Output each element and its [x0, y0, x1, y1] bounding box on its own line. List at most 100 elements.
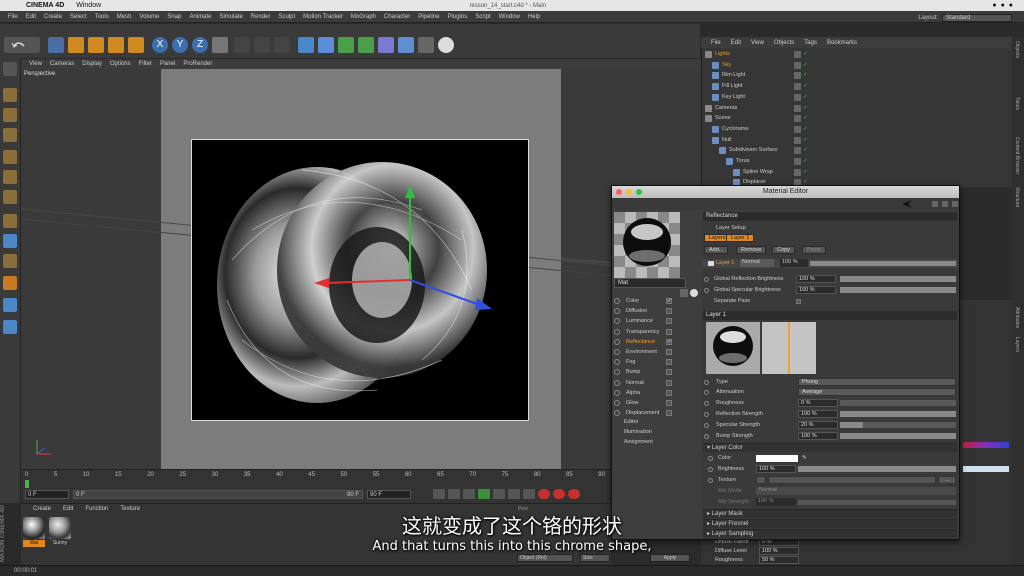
record-icon[interactable] [538, 489, 550, 499]
minimize-window-icon[interactable] [626, 189, 632, 195]
material-name-field[interactable]: Mat [614, 278, 686, 288]
channel-checkbox[interactable] [666, 359, 672, 366]
object-menu-file[interactable]: File [711, 40, 721, 46]
undo-icon[interactable] [4, 37, 40, 53]
go-to-start-icon[interactable] [433, 489, 445, 499]
axis-y-button[interactable]: Y [172, 37, 188, 53]
previous-frame-icon[interactable] [463, 489, 475, 499]
layer-1-highlight-preview[interactable] [762, 322, 816, 374]
layer-1-row[interactable]: Layer 1 Normal 100 % [702, 259, 958, 268]
channel-label[interactable]: Reflectance [626, 337, 655, 347]
layer-eye-icon[interactable] [708, 261, 714, 266]
viewport-menu-view[interactable]: View [29, 61, 42, 67]
object-name[interactable]: Key Light [722, 92, 745, 102]
object-name[interactable]: Subdivision Surface [729, 145, 778, 155]
type-dropdown[interactable]: Phong [798, 378, 956, 386]
menu-select[interactable]: Select [70, 14, 87, 20]
object-row[interactable]: Scene ✓ [701, 113, 1012, 124]
brightness-field[interactable]: 100 % [756, 465, 796, 473]
menu-snap[interactable]: Snap [167, 14, 181, 20]
menu-motion-tracker[interactable]: Motion Tracker [303, 14, 343, 20]
layer-opacity-field[interactable]: 100 % [780, 259, 808, 267]
channel-label[interactable]: Displacement [626, 408, 659, 418]
frame-range-slider[interactable]: 0 F 90 F [73, 490, 363, 499]
deformer-icon[interactable] [378, 37, 394, 53]
texture-menu-button[interactable] [756, 476, 766, 484]
texture-browse-button[interactable]: … [938, 476, 956, 484]
menu-tools[interactable]: Tools [95, 14, 109, 20]
viewport-menu-prorender[interactable]: ProRender [183, 61, 212, 67]
last-tool-icon[interactable] [128, 37, 144, 53]
global-reflection-slider[interactable] [840, 276, 956, 282]
channel-checkbox[interactable] [666, 400, 672, 406]
visibility-toggle-icon[interactable] [794, 104, 801, 112]
enabled-check-icon[interactable]: ✓ [803, 167, 808, 177]
menu-render[interactable]: Render [251, 14, 271, 20]
texture-field[interactable] [768, 476, 936, 484]
object-menu-edit[interactable]: Edit [731, 40, 741, 46]
tweak-mode-icon[interactable] [3, 234, 17, 248]
object-menu-bookmarks[interactable]: Bookmarks [827, 40, 857, 46]
menu-mograph[interactable]: MoGraph [351, 14, 376, 20]
axis-z-button[interactable]: Z [192, 37, 208, 53]
enabled-check-icon[interactable]: ✓ [803, 103, 808, 113]
menu-file[interactable]: File [8, 14, 18, 20]
mix-strength-slider[interactable] [798, 500, 956, 505]
channel-checkbox[interactable] [666, 369, 672, 376]
channel-displacement[interactable]: Displacement [614, 408, 674, 418]
timeline-ruler[interactable]: 0 5 10 15 20 25 30 35 40 45 50 55 60 65 70 75 80 85 90 [25, 472, 605, 482]
rotate-tool-icon[interactable] [108, 37, 124, 53]
object-name[interactable]: Rim Light [722, 70, 745, 80]
render-picture-viewer-icon[interactable] [254, 37, 270, 53]
color-swatch-strip[interactable] [963, 466, 1009, 472]
channel-label[interactable]: Bump [626, 367, 640, 377]
channel-label[interactable]: Environment [626, 347, 657, 357]
more-icon[interactable] [952, 201, 958, 207]
animate-dot-icon[interactable] [708, 467, 713, 472]
remove-layer-button[interactable]: Remove [736, 246, 767, 254]
object-menu-tags[interactable]: Tags [804, 40, 817, 46]
enabled-check-icon[interactable]: ✓ [803, 135, 808, 145]
animate-dot-icon[interactable] [704, 390, 709, 395]
channel-checkbox[interactable] [666, 308, 672, 315]
global-reflection-field[interactable]: 100 % [796, 275, 836, 283]
object-name[interactable]: Spline Wrap [743, 167, 773, 177]
menu-extras-icon[interactable]: ● ● ● [992, 2, 1014, 9]
channel-glow[interactable]: Glow [614, 398, 674, 408]
animate-dot-icon[interactable] [708, 456, 713, 461]
layer-1-preview[interactable] [706, 322, 760, 374]
mix-strength-field[interactable]: 100 % [756, 498, 796, 506]
visibility-toggle-icon[interactable] [794, 147, 801, 155]
attribute-value-field[interactable]: 50 % [759, 556, 799, 564]
layout-selector[interactable]: Layout: Standard [918, 13, 1012, 22]
channel-label[interactable]: Alpha [626, 388, 640, 398]
locked-workplane-icon[interactable] [3, 320, 17, 334]
play-icon[interactable] [478, 489, 490, 499]
visibility-toggle-icon[interactable] [794, 115, 801, 123]
close-window-icon[interactable] [616, 189, 622, 195]
channel-environment[interactable]: Environment [614, 347, 674, 357]
coord-size-dropdown[interactable]: Size [580, 554, 610, 562]
layout-dropdown[interactable]: Standard [942, 13, 1012, 22]
channel-label[interactable]: Color [626, 296, 639, 306]
menu-edit[interactable]: Edit [26, 14, 36, 20]
object-menu-view[interactable]: View [751, 40, 764, 46]
editor-item-editor[interactable]: Editor [624, 419, 638, 425]
enabled-check-icon[interactable]: ✓ [803, 81, 808, 91]
channel-checkbox[interactable]: ✓ [666, 298, 672, 304]
go-to-end-icon[interactable] [523, 489, 535, 499]
enabled-check-icon[interactable]: ✓ [803, 60, 808, 70]
channel-label[interactable]: Luminance [626, 316, 653, 326]
bump-strength-slider[interactable] [840, 433, 956, 439]
color-spectrum[interactable] [963, 442, 1009, 448]
visibility-toggle-icon[interactable] [794, 93, 801, 101]
enable-axis-icon[interactable] [3, 214, 17, 228]
animate-dot-icon[interactable] [704, 277, 709, 282]
menu-simulate[interactable]: Simulate [219, 14, 242, 20]
object-row[interactable]: Subdivision Surface ✓ [701, 145, 1012, 156]
points-mode-icon[interactable] [3, 150, 17, 164]
right-tab-structure[interactable]: Structure [1014, 187, 1020, 207]
render-view-icon[interactable] [234, 37, 250, 53]
workplane-icon[interactable] [3, 298, 17, 312]
menu-sculpt[interactable]: Sculpt [278, 14, 295, 20]
